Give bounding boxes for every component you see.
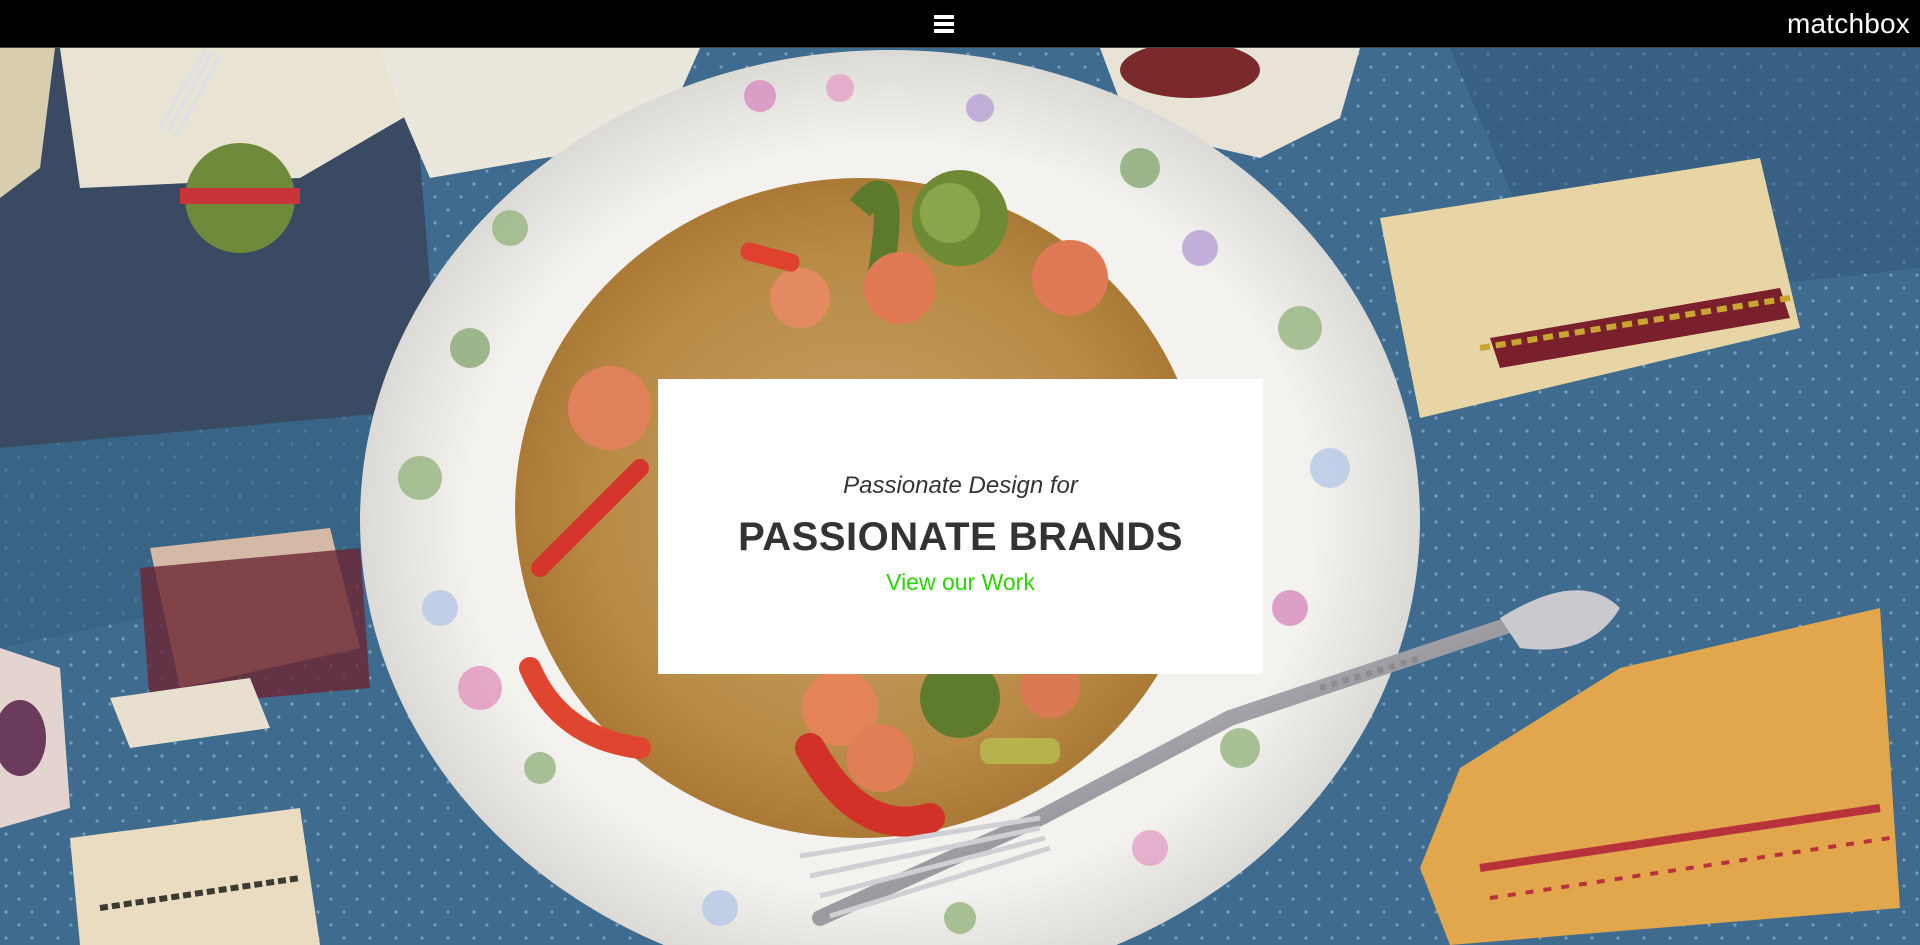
top-navigation-bar: matchbox — [0, 0, 1920, 48]
hamburger-menu-icon[interactable] — [931, 12, 957, 36]
hero-headline: PASSIONATE BRANDS — [738, 515, 1183, 559]
site-logo[interactable]: matchbox — [1787, 9, 1910, 39]
hero-message-card: Passionate Design for PASSIONATE BRANDS … — [658, 379, 1263, 674]
hero-background-photo: Passionate Design for PASSIONATE BRANDS … — [0, 48, 1920, 945]
view-our-work-link[interactable]: View our Work — [886, 568, 1035, 596]
hero-tagline: Passionate Design for — [843, 472, 1078, 499]
